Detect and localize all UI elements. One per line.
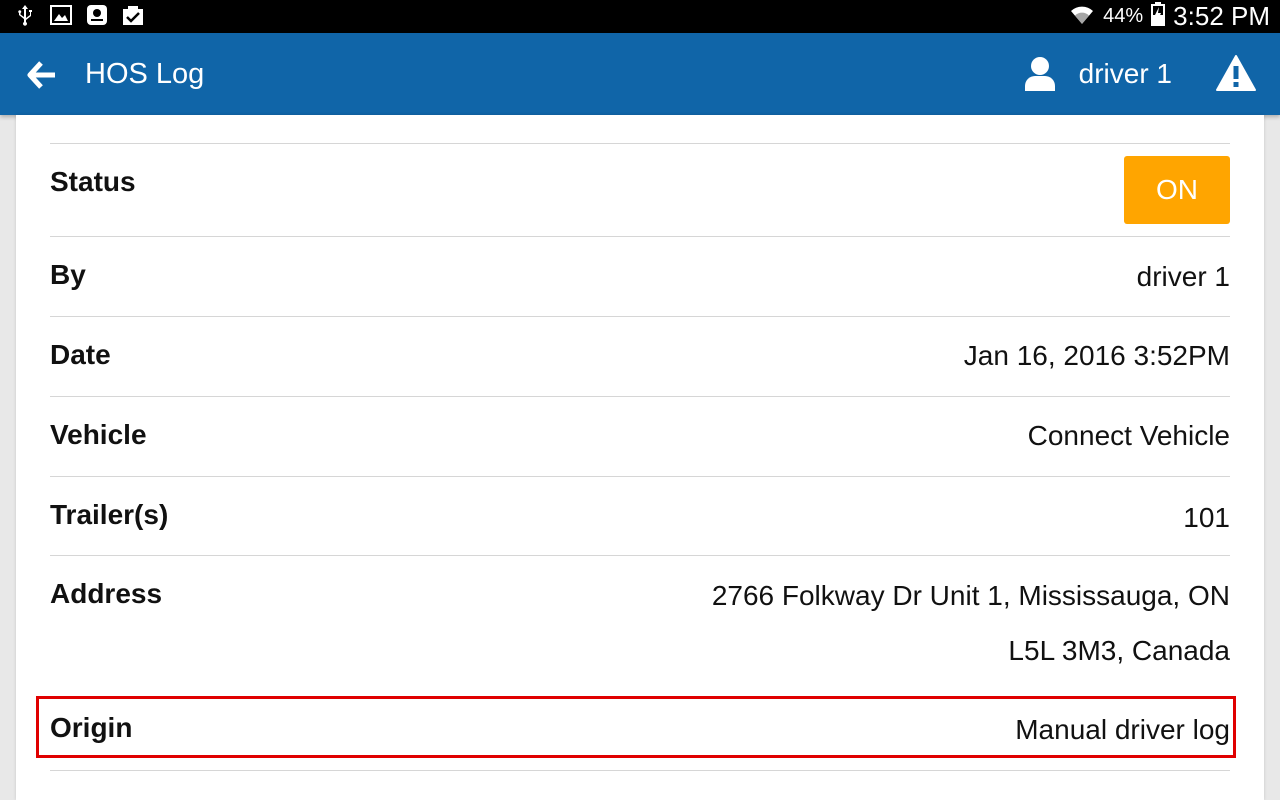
origin-value: Manual driver log <box>1015 714 1230 745</box>
by-label: By <box>50 259 86 290</box>
origin-row: Origin Manual driver log <box>50 696 1230 776</box>
user-name: driver 1 <box>1078 58 1172 89</box>
status-label: Status <box>50 166 136 197</box>
by-value: driver 1 <box>1136 261 1230 292</box>
vehicle-value: Connect Vehicle <box>1027 420 1230 451</box>
vehicle-row: Vehicle Connect Vehicle <box>50 396 1230 476</box>
user-icon <box>1024 57 1055 91</box>
address-label: Address <box>50 578 163 609</box>
battery-icon <box>1151 2 1166 31</box>
detail-list: Status ON By driver 1 Date Jan 16, 2016 … <box>50 143 1230 776</box>
divider <box>50 770 1230 771</box>
galaxy-icon <box>86 4 108 26</box>
page-title: HOS Log <box>85 58 205 90</box>
usb-icon <box>14 4 36 26</box>
warning-button[interactable] <box>1214 51 1258 95</box>
status-row: Status ON <box>50 143 1230 236</box>
date-row: Date Jan 16, 2016 3:52PM <box>50 316 1230 396</box>
date-value: Jan 16, 2016 3:52PM <box>963 340 1230 371</box>
address-row: Address 2766 Folkway Dr Unit 1, Mississa… <box>50 555 1230 696</box>
clock: 3:52 PM <box>1173 1 1270 31</box>
battery-percent: 44% <box>1103 5 1144 27</box>
status-on-button[interactable]: ON <box>1124 156 1230 224</box>
notification-icons <box>14 4 144 26</box>
log-detail-card: Status ON By driver 1 Date Jan 16, 2016 … <box>16 115 1264 800</box>
wifi-icon <box>1069 2 1095 31</box>
status-indicators: 44% 3:52 PM <box>1069 0 1270 33</box>
date-label: Date <box>50 339 111 370</box>
trailers-row: Trailer(s) 101 <box>50 476 1230 555</box>
trailers-label: Trailer(s) <box>50 499 169 530</box>
address-line-1: 2766 Folkway Dr Unit 1, Mississauga, ON <box>711 580 1230 611</box>
back-button[interactable] <box>22 55 62 95</box>
system-status-bar: 44% 3:52 PM <box>0 0 1280 33</box>
app-bar: HOS Log driver 1 <box>0 33 1280 115</box>
address-line-2: L5L 3M3, Canada <box>1008 635 1230 666</box>
image-icon <box>50 4 72 26</box>
arrow-left-icon <box>27 61 55 89</box>
by-row: By driver 1 <box>50 236 1230 316</box>
warning-icon <box>1216 55 1256 91</box>
user-button[interactable]: driver 1 <box>1023 33 1172 115</box>
trailers-value: 101 <box>1183 502 1230 533</box>
clipboard-check-icon <box>122 4 144 26</box>
vehicle-label: Vehicle <box>50 419 147 450</box>
origin-label: Origin <box>50 712 133 743</box>
